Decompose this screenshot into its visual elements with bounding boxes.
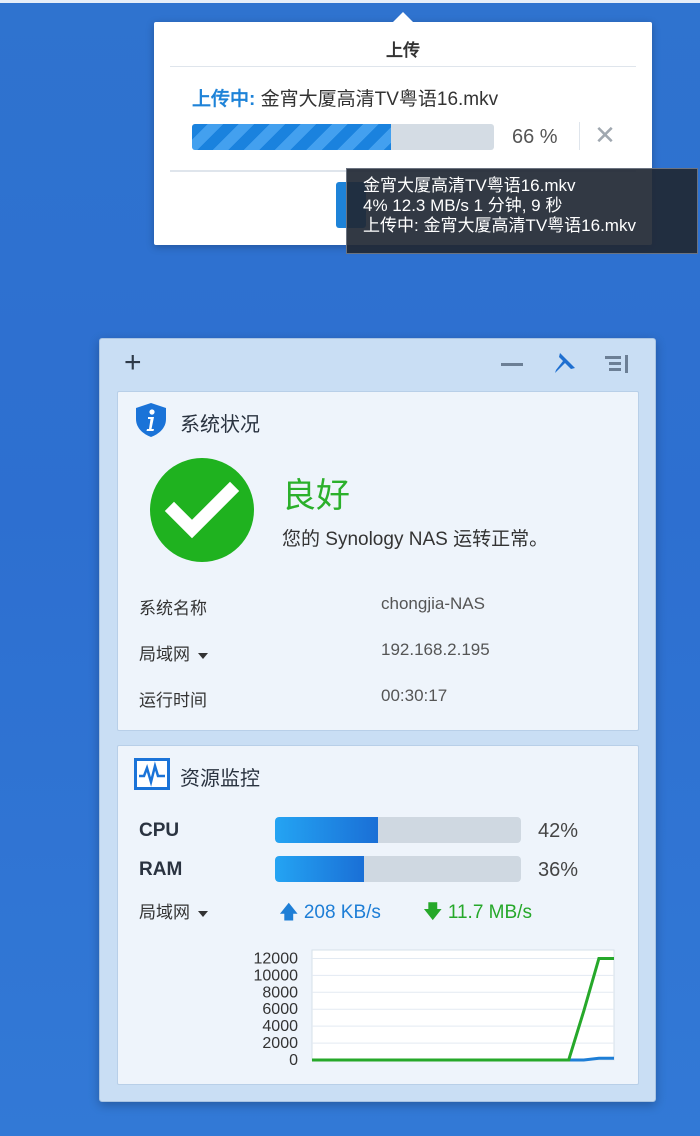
popup-title: 上传 xyxy=(386,41,420,60)
upload-filename: 金宵大厦高清TV粤语16.mkv xyxy=(260,89,499,110)
y-tick-label: 6000 xyxy=(262,1001,298,1018)
add-widget-icon[interactable]: + xyxy=(124,348,142,378)
status-ok-icon xyxy=(150,458,254,562)
resource-monitor-widget: 资源监控 CPU 42% RAM 36% 局域网 🡅 208 KB/s 🡇 11… xyxy=(117,745,639,1085)
ram-usage-bar xyxy=(275,856,521,882)
cpu-label: CPU xyxy=(139,820,180,841)
top-edge xyxy=(0,0,700,3)
minimize-icon[interactable] xyxy=(501,363,523,366)
download-rate: 🡇 11.7 MB/s xyxy=(423,898,532,930)
upload-status-line: 上传中: 金宵大厦高清TV粤语16.mkv xyxy=(192,84,498,111)
y-tick-label: 0 xyxy=(289,1052,298,1069)
tooltip-line: 金宵大厦高清TV粤语16.mkv xyxy=(363,176,576,195)
divider xyxy=(170,66,636,67)
caret-down-icon xyxy=(198,652,208,659)
widget-menu-icon[interactable] xyxy=(603,353,629,375)
system-status-widget: 系统状况 良好 您的 Synology NAS 运转正常。 系统名称 chong… xyxy=(117,391,639,731)
monitor-icon xyxy=(134,758,170,790)
caret-down-icon xyxy=(198,910,208,917)
ram-percent: 36% xyxy=(538,859,579,881)
status-description: 您的 Synology NAS 运转正常。 xyxy=(282,529,549,550)
y-tick-label: 8000 xyxy=(262,984,298,1001)
upload-rate: 🡅 208 KB/s xyxy=(279,898,381,930)
upload-percent: 66 % xyxy=(512,126,558,148)
network-dropdown[interactable]: 局域网 xyxy=(139,898,208,923)
y-tick-label: 12000 xyxy=(254,950,299,967)
server-name-value: chongjia-NAS xyxy=(381,594,485,613)
ram-usage-fill xyxy=(275,856,364,882)
info-label: 运行时间 xyxy=(139,691,207,710)
tooltip-line: 上传中: 金宵大厦高清TV粤语16.mkv xyxy=(363,216,636,235)
y-tick-label: 2000 xyxy=(262,1035,298,1052)
cancel-upload-icon[interactable]: ✕ xyxy=(592,120,618,150)
cpu-usage-bar xyxy=(275,817,521,843)
pin-icon[interactable] xyxy=(550,350,578,378)
download-rate-value: 11.7 MB/s xyxy=(447,902,532,923)
popup-arrow xyxy=(392,12,414,23)
resource-monitor-title: 资源监控 xyxy=(180,768,260,790)
ip-address-value: 192.168.2.195 xyxy=(381,640,490,659)
ram-label: RAM xyxy=(139,859,183,880)
system-status-title: 系统状况 xyxy=(180,414,260,436)
widget-toolbar: + xyxy=(100,339,655,389)
info-label: 系统名称 xyxy=(139,599,207,618)
info-shield-icon xyxy=(136,403,166,437)
network-label: 局域网 xyxy=(139,903,190,922)
arrow-up-icon: 🡅 xyxy=(279,902,299,923)
cpu-usage-fill xyxy=(275,817,379,843)
upload-tooltip: 金宵大厦高清TV粤语16.mkv 4% 12.3 MB/s 1 分钟, 9 秒 … xyxy=(346,168,698,254)
cpu-percent: 42% xyxy=(538,820,579,842)
y-tick-label: 4000 xyxy=(262,1018,298,1035)
status-state: 良好 xyxy=(282,477,350,515)
network-chart: 120001000080006000400020000 xyxy=(254,949,615,1069)
upload-progress-bar xyxy=(192,124,494,150)
lan-dropdown[interactable]: 局域网 xyxy=(139,640,208,665)
tooltip-line: 4% 12.3 MB/s 1 分钟, 9 秒 xyxy=(363,196,563,215)
uptime-value: 00:30:17 xyxy=(381,686,448,705)
upload-progress-fill xyxy=(192,124,392,150)
upload-rate-value: 208 KB/s xyxy=(303,902,381,923)
y-tick-label: 10000 xyxy=(254,967,299,984)
upload-status-label: 上传中: xyxy=(192,89,256,110)
widget-panel: + 系统状况 良好 您的 Synology NAS 运转正常。 系统名称 cho… xyxy=(99,338,656,1102)
divider xyxy=(579,122,580,150)
info-label: 局域网 xyxy=(139,645,190,664)
arrow-down-icon: 🡇 xyxy=(423,902,443,923)
